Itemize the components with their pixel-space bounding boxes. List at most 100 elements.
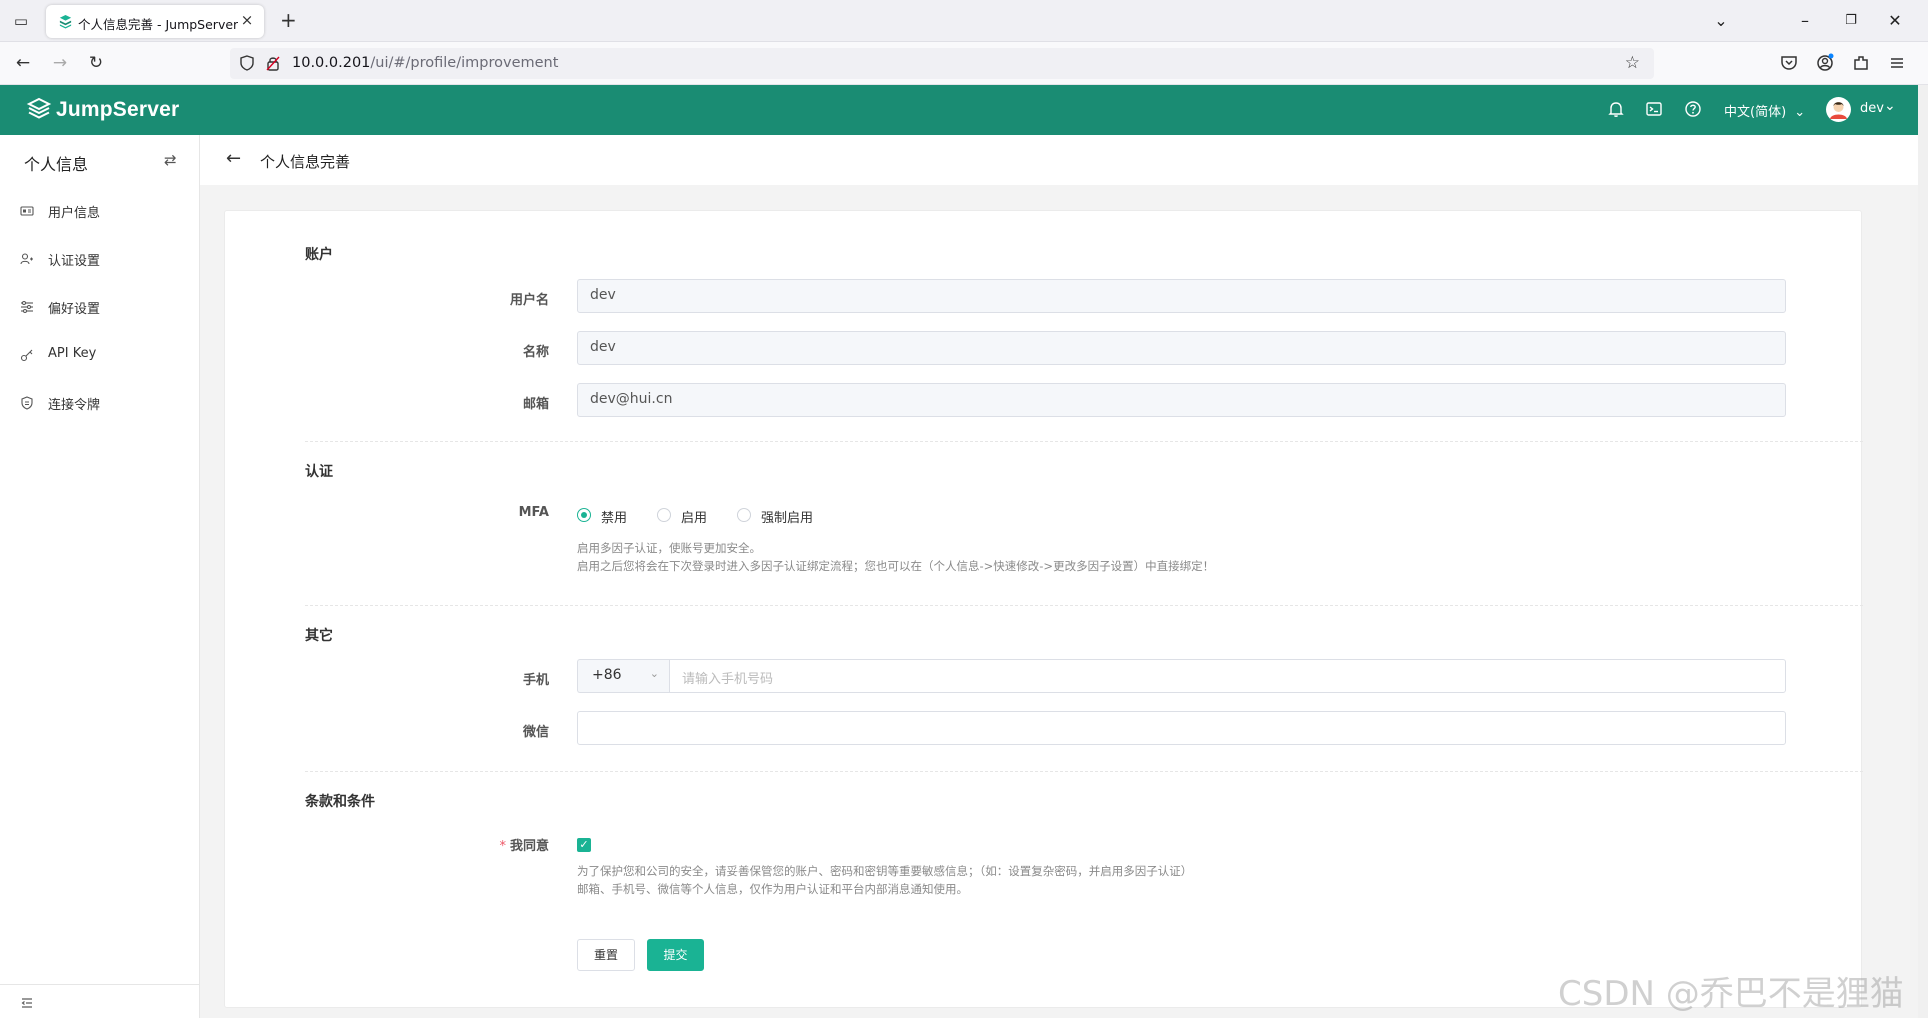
pocket-icon[interactable]	[1778, 52, 1800, 74]
menu-icon[interactable]	[1886, 52, 1908, 74]
shield-icon[interactable]	[238, 54, 256, 72]
name-field[interactable]: dev	[577, 331, 1786, 365]
mfa-help-text-2: 启用之后您将会在下次登录时进入多因子认证绑定流程；您也可以在（个人信息->快速修…	[577, 559, 1215, 573]
radio-unchecked-icon	[657, 508, 671, 522]
name-label: 名称	[522, 345, 549, 360]
url-text: 10.0.0.201/ui/#/profile/improvement	[292, 55, 558, 71]
email-label: 邮箱	[522, 397, 549, 412]
bell-icon[interactable]	[1606, 99, 1626, 119]
agree-checkbox[interactable]: ✓	[577, 838, 591, 852]
logo-text: JumpServer	[56, 98, 180, 121]
user-avatar-icon	[1830, 102, 1847, 119]
tab-list-icon[interactable]: ▭	[10, 10, 32, 32]
section-title-auth: 认证	[305, 464, 333, 480]
close-window-icon[interactable]: ✕	[1884, 10, 1906, 32]
user-name[interactable]: dev	[1860, 101, 1884, 116]
mfa-label: MFA	[518, 505, 549, 520]
sidebar-item-label: 连接令牌	[48, 398, 101, 413]
username-label: 用户名	[509, 293, 549, 308]
tab-title: 个人信息完善 - JumpServer 开	[78, 17, 238, 32]
url-host: 10.0.0.201	[292, 55, 371, 71]
chevron-down-icon: ⌄	[1794, 105, 1806, 120]
sliders-icon	[21, 301, 33, 313]
page-header: ← 个人信息完善	[200, 135, 1918, 185]
restore-icon[interactable]: ❐	[1840, 10, 1862, 32]
sidebar-footer	[0, 984, 200, 1018]
page-scrollbar[interactable]	[1918, 85, 1928, 1018]
url-path: /ui/#/profile/improvement	[370, 55, 559, 71]
token-icon	[21, 396, 33, 410]
browser-tab-active[interactable]: 个人信息完善 - JumpServer 开 ×	[46, 5, 264, 38]
agree-label-text: 我同意	[509, 839, 549, 854]
bookmark-star-icon[interactable]: ☆	[1625, 53, 1640, 73]
browser-tabbar: ▭ 个人信息完善 - JumpServer 开 × + ⌄ – ❐ ✕	[0, 0, 1928, 42]
language-switcher[interactable]: 中文(简体) ⌄	[1724, 101, 1805, 120]
sidebar: 个人信息 ⇄ 用户信息 认证设置 偏好设置 API Key 连接令牌	[0, 135, 200, 1018]
phone-input[interactable]: 请输入手机号码	[669, 659, 1786, 693]
account-icon[interactable]	[1814, 52, 1836, 74]
radio-unchecked-icon	[737, 508, 751, 522]
extensions-icon[interactable]	[1850, 52, 1872, 74]
radio-label: 启用	[681, 511, 708, 526]
help-icon[interactable]	[1683, 99, 1703, 119]
required-mark: *	[499, 839, 506, 854]
collapse-sidebar-icon[interactable]	[20, 996, 34, 1010]
username-field[interactable]: dev	[577, 279, 1786, 313]
jumpserver-logo-icon	[26, 97, 52, 119]
key-icon	[20, 349, 33, 362]
agree-label: * 我同意	[465, 835, 549, 854]
radio-label: 禁用	[601, 511, 628, 526]
email-field[interactable]: dev@hui.cn	[577, 383, 1786, 417]
sidebar-item-auth-settings[interactable]: 认证设置	[0, 239, 200, 279]
section-title-terms: 条款和条件	[305, 794, 375, 810]
avatar[interactable]	[1826, 97, 1851, 122]
page-title: 个人信息完善	[260, 153, 351, 171]
insecure-lock-icon[interactable]	[264, 54, 282, 72]
radio-checked-icon	[577, 508, 591, 522]
forward-icon[interactable]: →	[48, 51, 72, 75]
section-divider	[305, 441, 1863, 442]
wechat-input[interactable]	[577, 711, 1786, 745]
sidebar-item-connection-token[interactable]: 连接令牌	[0, 383, 200, 423]
switch-view-icon[interactable]: ⇄	[164, 151, 177, 169]
user-menu-chevron-icon[interactable]: ⌄	[1884, 98, 1896, 114]
mfa-help-text-1: 启用多因子认证，使账号更加安全。	[577, 541, 761, 555]
section-title-account: 账户	[305, 247, 333, 263]
user-key-icon	[20, 253, 33, 265]
terms-help-text-1: 为了保护您和公司的安全，请妥善保管您的账户、密码和密钥等重要敏感信息；（如：设置…	[577, 864, 1193, 878]
section-divider	[305, 771, 1863, 772]
back-arrow-icon[interactable]: ←	[226, 148, 241, 169]
submit-button[interactable]: 提交	[647, 939, 704, 971]
profile-form-card: 账户 用户名 dev 名称 dev 邮箱 dev@hui.cn 认证 MFA 禁…	[224, 210, 1863, 1008]
sidebar-item-label: API Key	[48, 346, 97, 361]
sidebar-item-preferences[interactable]: 偏好设置	[0, 287, 200, 327]
id-card-icon	[20, 206, 34, 216]
sidebar-title: 个人信息	[24, 155, 89, 174]
phone-country-code-select[interactable]: +86 ⌄	[577, 659, 669, 693]
chevron-down-icon: ⌄	[649, 667, 659, 680]
new-tab-icon[interactable]: +	[280, 9, 297, 31]
sidebar-item-api-key[interactable]: API Key	[0, 335, 200, 375]
close-tab-icon[interactable]: ×	[238, 11, 256, 29]
sidebar-item-label: 认证设置	[48, 254, 101, 269]
app-header: JumpServer 中文(简体) ⌄ dev ⌄	[0, 85, 1918, 135]
section-divider	[305, 605, 1863, 606]
language-label: 中文(简体)	[1724, 105, 1787, 120]
reload-icon[interactable]: ↻	[84, 51, 108, 75]
tab-overflow-chevron-icon[interactable]: ⌄	[1710, 10, 1732, 32]
reset-button[interactable]: 重置	[577, 939, 635, 971]
section-title-other: 其它	[305, 628, 333, 644]
browser-navbar: ← → ↻ 10.0.0.201/ui/#/profile/improvemen…	[0, 42, 1928, 85]
watermark: CSDN @乔巴不是狸猫	[1558, 974, 1904, 1014]
minimize-icon[interactable]: –	[1794, 10, 1816, 32]
jumpserver-favicon-icon	[59, 14, 72, 29]
sidebar-item-label: 偏好设置	[48, 302, 101, 317]
phone-code-value: +86	[592, 667, 622, 683]
terms-help-text-2: 邮箱、手机号、微信等个人信息，仅作为用户认证和平台内部消息通知使用。	[577, 882, 968, 896]
phone-label: 手机	[522, 673, 549, 688]
terminal-icon[interactable]	[1644, 99, 1664, 119]
wechat-label: 微信	[522, 725, 549, 740]
back-icon[interactable]: ←	[11, 51, 35, 75]
sidebar-item-user-info[interactable]: 用户信息	[0, 191, 200, 231]
url-bar[interactable]: 10.0.0.201/ui/#/profile/improvement ☆	[230, 48, 1654, 79]
